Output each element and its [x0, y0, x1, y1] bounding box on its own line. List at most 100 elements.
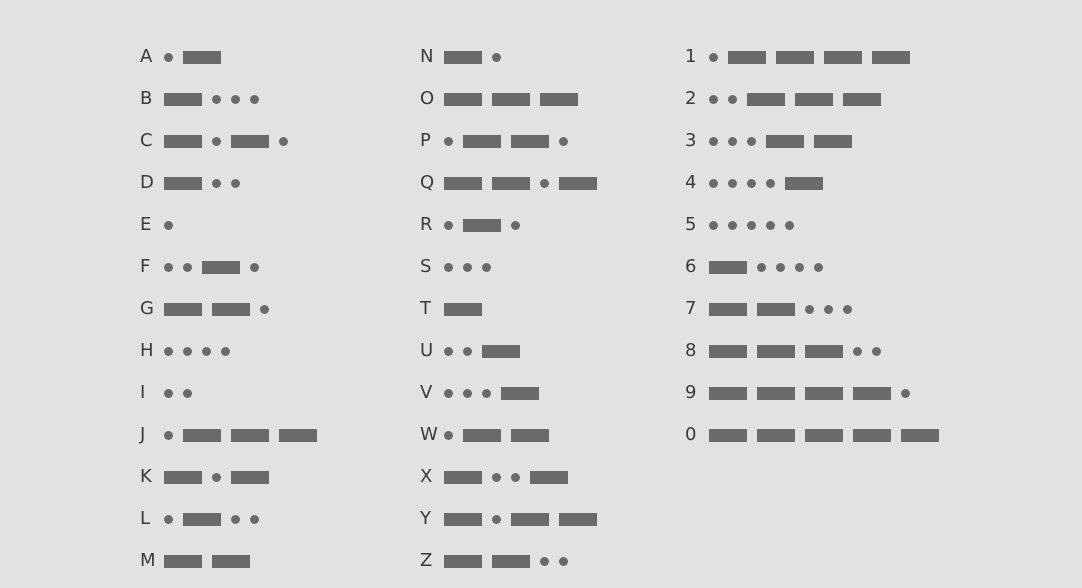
- morse-character: B: [140, 88, 153, 109]
- morse-dot: [164, 514, 173, 524]
- morse-dash: [805, 386, 843, 400]
- morse-dot: [709, 220, 718, 230]
- morse-code-sequence: [444, 302, 482, 316]
- morse-row-y: Y: [420, 498, 597, 540]
- morse-row-v: V: [420, 372, 597, 414]
- morse-character: X: [420, 466, 433, 487]
- morse-row-l: L: [140, 498, 317, 540]
- morse-code-sequence: [709, 428, 939, 442]
- morse-dot: [212, 94, 221, 104]
- morse-code-sequence: [444, 386, 539, 400]
- morse-character: 6: [685, 256, 697, 277]
- morse-dash: [463, 218, 501, 232]
- morse-row-n: N: [420, 36, 597, 78]
- morse-dot: [444, 430, 453, 440]
- morse-dash: [212, 554, 250, 568]
- morse-character: 9: [685, 382, 697, 403]
- morse-row-1: 1: [685, 36, 939, 78]
- morse-character: 0: [685, 424, 697, 445]
- morse-dot: [279, 136, 288, 146]
- morse-dash: [747, 92, 785, 106]
- morse-row-d: D: [140, 162, 317, 204]
- morse-dash: [511, 134, 549, 148]
- morse-dot: [559, 556, 568, 566]
- morse-dash: [776, 50, 814, 64]
- morse-dot: [250, 514, 259, 524]
- morse-character: Z: [420, 550, 433, 571]
- morse-dash: [728, 50, 766, 64]
- morse-row-c: C: [140, 120, 317, 162]
- morse-code-sequence: [164, 470, 269, 484]
- morse-character: R: [420, 214, 433, 235]
- morse-dash: [444, 302, 482, 316]
- morse-dot: [164, 52, 173, 62]
- morse-row-s: S: [420, 246, 597, 288]
- morse-dot: [540, 178, 549, 188]
- morse-dot: [183, 388, 192, 398]
- morse-dash: [901, 428, 939, 442]
- morse-code-sequence: [444, 50, 501, 64]
- morse-dot: [766, 178, 775, 188]
- morse-row-t: T: [420, 288, 597, 330]
- morse-dash: [530, 470, 568, 484]
- morse-dash: [501, 386, 539, 400]
- morse-character: H: [140, 340, 154, 361]
- morse-dash: [785, 176, 823, 190]
- morse-code-sequence: [709, 176, 823, 190]
- morse-dot: [853, 346, 862, 356]
- morse-dash: [853, 386, 891, 400]
- morse-character: A: [140, 46, 153, 67]
- morse-row-3: 3: [685, 120, 939, 162]
- morse-row-7: 7: [685, 288, 939, 330]
- morse-dot: [709, 136, 718, 146]
- morse-character: 8: [685, 340, 697, 361]
- morse-code-sequence: [444, 92, 578, 106]
- morse-character: T: [420, 298, 431, 319]
- morse-dash: [463, 134, 501, 148]
- morse-dot: [795, 262, 804, 272]
- morse-column-3: 1 2 3 4 5 6 7 8 9 0: [685, 40, 939, 456]
- morse-dash: [814, 134, 852, 148]
- morse-character: J: [140, 424, 146, 445]
- morse-dot: [492, 52, 501, 62]
- morse-row-g: G: [140, 288, 317, 330]
- morse-character: I: [140, 382, 146, 403]
- morse-code-sequence: [444, 512, 597, 526]
- morse-dot: [231, 514, 240, 524]
- morse-dash: [709, 386, 747, 400]
- morse-dot: [728, 220, 737, 230]
- morse-dot: [444, 388, 453, 398]
- morse-dot: [901, 388, 910, 398]
- morse-dot: [747, 136, 756, 146]
- morse-dash: [444, 50, 482, 64]
- morse-dash: [843, 92, 881, 106]
- morse-dot: [164, 388, 173, 398]
- morse-dot: [212, 136, 221, 146]
- morse-dash: [511, 428, 549, 442]
- morse-dot: [709, 178, 718, 188]
- morse-code-sequence: [164, 220, 173, 230]
- morse-row-b: B: [140, 78, 317, 120]
- morse-dash: [183, 512, 221, 526]
- morse-row-9: 9: [685, 372, 939, 414]
- morse-dot: [183, 262, 192, 272]
- morse-dot: [212, 472, 221, 482]
- morse-row-q: Q: [420, 162, 597, 204]
- morse-column-2: NOPQRSTUVWXYZ: [420, 40, 597, 582]
- morse-dot: [482, 388, 491, 398]
- morse-dash: [492, 92, 530, 106]
- morse-dot: [231, 94, 240, 104]
- morse-character: G: [140, 298, 154, 319]
- morse-dash: [757, 428, 795, 442]
- morse-dash: [463, 428, 501, 442]
- morse-code-sequence: [164, 302, 269, 316]
- morse-code-sequence: [164, 554, 250, 568]
- morse-code-sequence: [164, 176, 240, 190]
- morse-dash: [709, 260, 747, 274]
- morse-dot: [463, 262, 472, 272]
- morse-row-2: 2: [685, 78, 939, 120]
- morse-dot: [492, 472, 501, 482]
- morse-row-j: J: [140, 414, 317, 456]
- morse-dash: [757, 302, 795, 316]
- morse-code-sequence: [444, 428, 549, 442]
